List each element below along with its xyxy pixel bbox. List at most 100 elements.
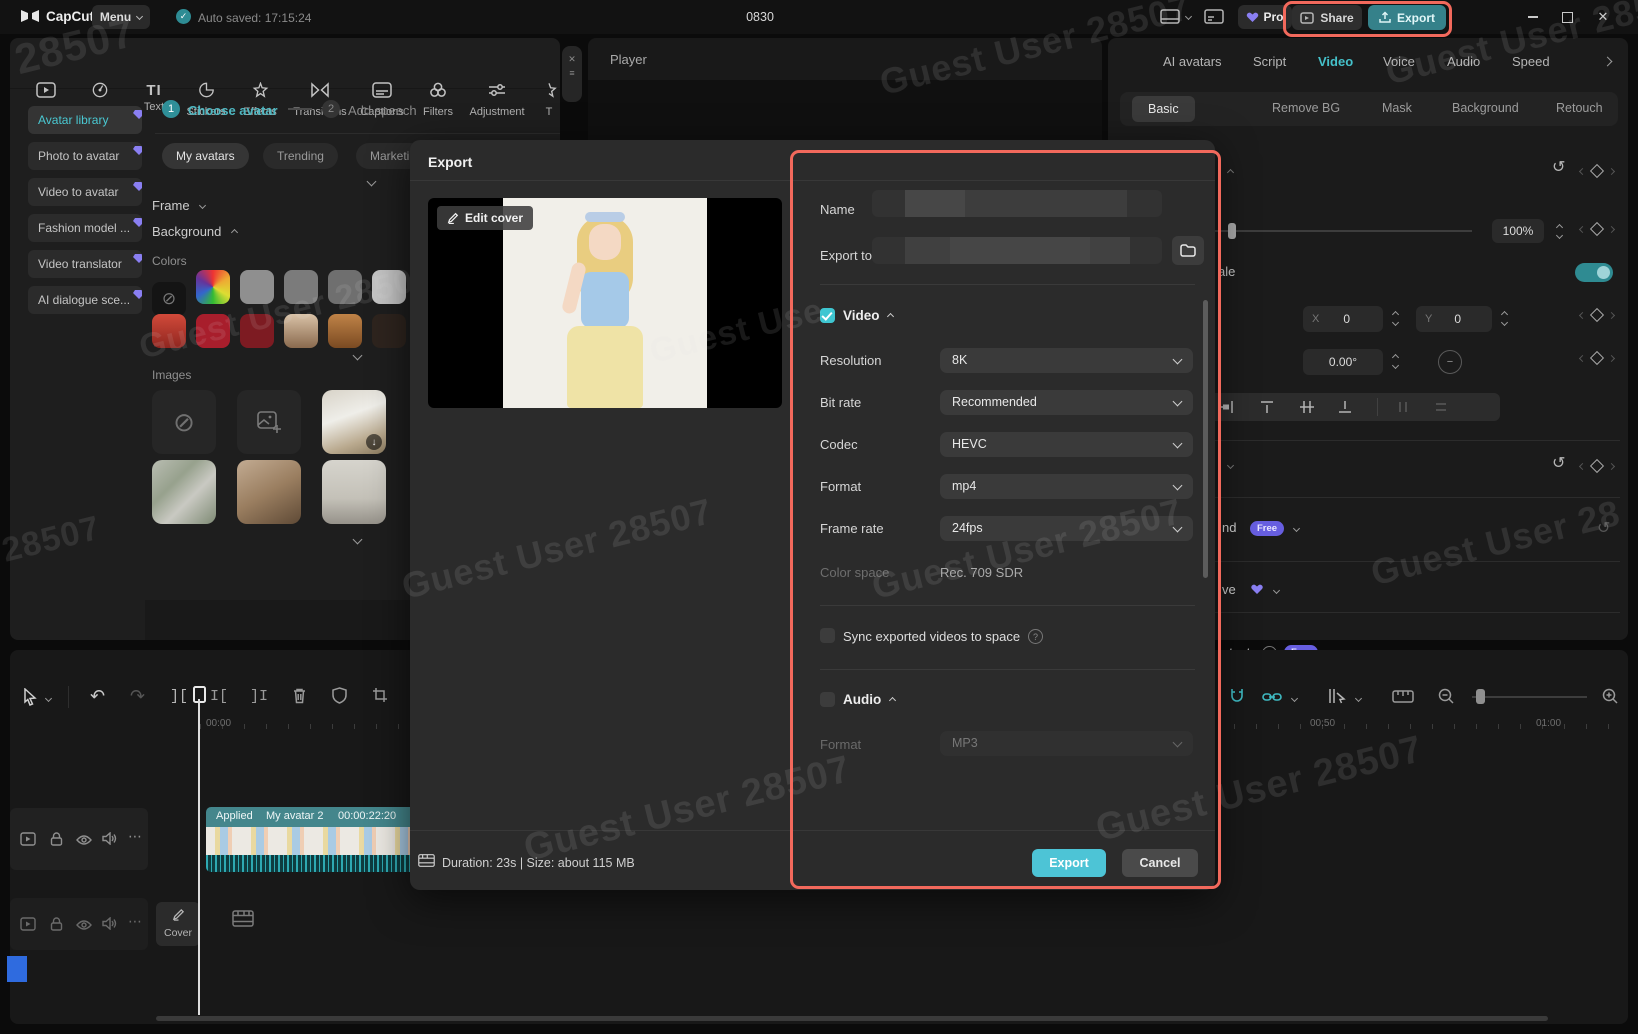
rotation-stepper[interactable] (1388, 349, 1402, 373)
framerate-select[interactable]: 24fps (940, 516, 1193, 541)
mask-icon[interactable] (332, 687, 347, 709)
tab-adjustment[interactable]: Adjustment (466, 82, 528, 118)
tabs-expand-icon[interactable] (367, 177, 377, 187)
split-icon[interactable]: ][ (170, 688, 188, 705)
snap-icon[interactable] (1228, 687, 1246, 710)
minimize-button[interactable] (1524, 8, 1542, 26)
select-cursor-icon[interactable] (22, 688, 38, 711)
image-tile-photo-2[interactable] (152, 460, 216, 524)
color-swatch[interactable] (372, 270, 406, 304)
video-checkbox[interactable] (820, 308, 835, 323)
color-swatch[interactable] (196, 314, 230, 348)
close-button[interactable]: ✕ (1594, 8, 1612, 26)
bitrate-select[interactable]: Recommended (940, 390, 1193, 415)
sidebar-item-video-translator[interactable]: Video translator (28, 250, 142, 278)
frame-chevron-icon[interactable] (199, 202, 206, 209)
subtab-basic[interactable]: Basic (1132, 96, 1195, 122)
delete-icon[interactable] (292, 687, 307, 709)
tab-speed[interactable]: Speed (1512, 54, 1550, 69)
align-top-icon[interactable] (1259, 399, 1275, 420)
sidebar-item-fashion-model[interactable]: Fashion model ... (28, 214, 142, 242)
timeline-zoom-thumb[interactable] (1476, 689, 1485, 704)
format-select[interactable]: mp4 (940, 474, 1193, 499)
dialog-scrollbar[interactable] (1203, 300, 1208, 578)
tabs-more-icon[interactable] (1603, 57, 1613, 67)
subtab-mask[interactable]: Mask (1382, 101, 1412, 115)
image-tile-add[interactable] (237, 390, 301, 454)
edit-cover-button[interactable]: Edit cover (437, 206, 533, 230)
notes-icon[interactable] (1204, 9, 1224, 29)
keyframe-control[interactable] (1580, 461, 1614, 471)
cover-button[interactable]: Cover (156, 902, 200, 946)
timeline-h-scrollbar[interactable] (156, 1016, 1548, 1021)
tab-filters[interactable]: Filters (412, 82, 464, 118)
mute-icon[interactable] (102, 832, 117, 850)
subtab-retouch[interactable]: Retouch (1556, 101, 1603, 115)
color-swatch[interactable] (240, 270, 274, 304)
color-swatch[interactable] (284, 314, 318, 348)
browse-folder-button[interactable] (1172, 236, 1204, 265)
color-swatch[interactable] (284, 270, 318, 304)
dialog-export-button[interactable]: Export (1032, 849, 1106, 877)
tab-trending[interactable]: Trending (263, 143, 338, 169)
images-expand-icon[interactable] (353, 535, 363, 545)
codec-select[interactable]: HEVC (940, 432, 1193, 457)
image-tile-photo-3[interactable] (237, 460, 301, 524)
zoom-in-icon[interactable] (1602, 688, 1618, 709)
keyframe-control[interactable] (1580, 310, 1614, 320)
export-to-field[interactable] (872, 237, 1162, 264)
download-icon[interactable]: ↓ (366, 434, 382, 450)
share-button[interactable]: Share (1292, 5, 1362, 30)
scale-stepper[interactable] (1552, 219, 1566, 243)
resolution-select[interactable]: 8K (940, 348, 1193, 373)
video-section-label[interactable]: Video (843, 308, 880, 323)
lock-icon[interactable] (50, 917, 63, 936)
sidebar-item-ai-dialogue[interactable]: AI dialogue sce... (28, 286, 142, 314)
x-position-field[interactable]: X0 (1303, 306, 1383, 332)
panel-collapse-handle[interactable]: ✕≡ (562, 46, 582, 102)
tab-script[interactable]: Script (1253, 54, 1286, 69)
trim-right-icon[interactable]: ]I (250, 688, 268, 705)
y-stepper[interactable] (1497, 306, 1511, 330)
name-field[interactable] (872, 190, 1162, 217)
more-options-icon[interactable]: ⋯ (128, 828, 142, 845)
audio-checkbox[interactable] (820, 692, 835, 707)
background-section-label[interactable]: Background (152, 224, 221, 239)
mute-icon[interactable] (102, 917, 117, 935)
tab-my-avatars[interactable]: My avatars (162, 143, 249, 169)
audio-section-label[interactable]: Audio (843, 692, 881, 707)
color-swatch[interactable] (152, 314, 186, 348)
audio-collapse-icon[interactable] (889, 697, 896, 704)
image-tile-photo-1[interactable]: ↓ (322, 390, 386, 454)
layout-chevron-icon[interactable] (1185, 13, 1192, 20)
maximize-button[interactable] (1558, 8, 1576, 26)
color-swatch[interactable] (196, 270, 230, 304)
color-swatch[interactable] (328, 314, 362, 348)
preview-split-chevron-icon[interactable] (1355, 695, 1362, 702)
scale-value-box[interactable]: 100% (1492, 219, 1544, 243)
distribute-v-icon[interactable] (1433, 399, 1449, 420)
distribute-h-icon[interactable] (1395, 399, 1411, 420)
link-chevron-icon[interactable] (1291, 695, 1298, 702)
color-swatch[interactable]: ⊘ (152, 282, 186, 316)
keyframe-control[interactable] (1580, 353, 1614, 363)
x-stepper[interactable] (1388, 306, 1402, 330)
dialog-cancel-button[interactable]: Cancel (1122, 849, 1198, 877)
sidebar-item-photo-to-avatar[interactable]: Photo to avatar (28, 142, 142, 170)
preview-split-icon[interactable] (1328, 687, 1346, 710)
sync-checkbox[interactable] (820, 628, 835, 643)
color-swatch[interactable] (240, 314, 274, 348)
reset-icon[interactable]: ↺ (1552, 160, 1565, 176)
image-tile-photo-4[interactable] (322, 460, 386, 524)
align-bottom-icon[interactable] (1337, 399, 1353, 420)
color-swatch[interactable] (372, 314, 406, 348)
film-strip-icon[interactable] (232, 910, 254, 932)
tab-audio[interactable]: Audio (1447, 54, 1480, 69)
pro-badge[interactable]: Pro (1238, 5, 1292, 29)
tab-transitions[interactable]: Transitions (290, 82, 350, 118)
zoom-out-icon[interactable] (1438, 688, 1454, 709)
lock-icon[interactable] (50, 832, 63, 851)
keyframe-control[interactable] (1580, 224, 1614, 234)
image-tile-none[interactable]: ⊘ (152, 390, 216, 454)
tab-video[interactable]: Video (1318, 54, 1353, 69)
